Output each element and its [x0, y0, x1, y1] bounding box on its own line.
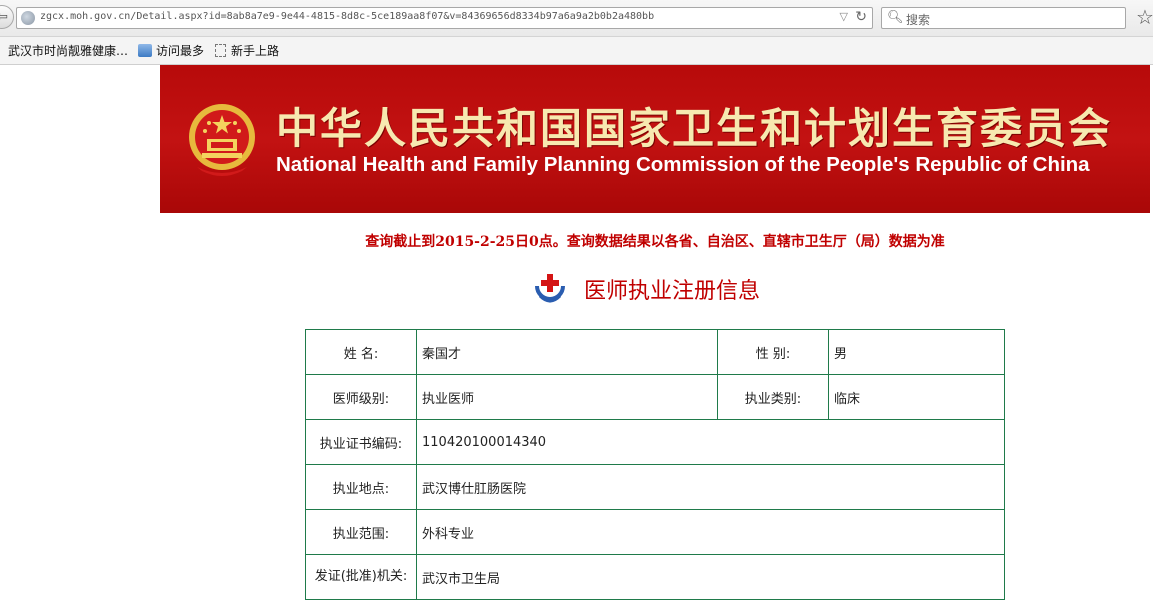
- url-bar[interactable]: zgcx.moh.gov.cn/Detail.aspx?id=8ab8a7e9-…: [16, 7, 873, 29]
- url-text[interactable]: zgcx.moh.gov.cn/Detail.aspx?id=8ab8a7e9-…: [40, 11, 654, 22]
- globe-icon: [21, 11, 35, 25]
- bookmarks-bar: 武汉市时尚靓雅健康… 访问最多 新手上路: [0, 37, 1153, 65]
- category-label: 执业类别:: [717, 374, 829, 420]
- medical-cross-icon: [535, 274, 565, 303]
- bookmark-label: 新手上路: [231, 44, 280, 58]
- national-emblem-icon: [189, 104, 255, 176]
- bookmark-item[interactable]: 访问最多: [138, 42, 204, 59]
- cert-value: 110420100014340: [416, 419, 1005, 465]
- header-banner: 中华人民共和国国家卫生和计划生育委员会 National Health and …: [160, 65, 1150, 213]
- bookmark-item[interactable]: 新手上路: [215, 42, 279, 59]
- table-row: 姓 名: 秦国才 性 别: 男: [305, 329, 1005, 375]
- back-button[interactable]: ⇦: [0, 5, 14, 29]
- cert-label: 执业证书编码:: [305, 419, 417, 465]
- name-label: 姓 名:: [305, 329, 417, 375]
- name-value: 秦国才: [416, 329, 718, 375]
- issuer-label: 发证(批准)机关:: [305, 554, 417, 600]
- bookmark-label: 访问最多: [156, 44, 205, 58]
- scope-label: 执业范围:: [305, 509, 417, 555]
- level-label: 医师级别:: [305, 374, 417, 420]
- browser-navbar: ⇦ zgcx.moh.gov.cn/Detail.aspx?id=8ab8a7e…: [0, 0, 1153, 37]
- gender-value: 男: [828, 329, 1005, 375]
- section-title: 医师执业注册信息: [584, 279, 761, 304]
- search-icon: 🔍︎: [887, 10, 904, 25]
- location-value: 武汉博仕肛肠医院: [416, 464, 1005, 510]
- star-icon[interactable]: ☆: [1136, 5, 1153, 29]
- folder-icon: [138, 44, 152, 57]
- table-row: 执业地点: 武汉博仕肛肠医院: [305, 464, 1005, 510]
- table-row: 执业证书编码: 110420100014340: [305, 419, 1005, 465]
- gender-label: 性 别:: [717, 329, 829, 375]
- category-value: 临床: [828, 374, 1005, 420]
- bookmark-label: 武汉市时尚靓雅健康…: [8, 44, 129, 58]
- table-row: 执业范围: 外科专业: [305, 509, 1005, 555]
- page-icon: [215, 44, 226, 57]
- location-label: 执业地点:: [305, 464, 417, 510]
- table-row: 医师级别: 执业医师 执业类别: 临床: [305, 374, 1005, 420]
- table-row: 发证(批准)机关: 武汉市卫生局: [305, 554, 1005, 600]
- scope-value: 外科专业: [416, 509, 1005, 555]
- issuer-value: 武汉市卫生局: [416, 554, 1005, 600]
- banner-title-cn: 中华人民共和国国家卫生和计划生育委员会: [276, 104, 1113, 153]
- search-input[interactable]: 🔍︎ 搜索: [881, 7, 1126, 29]
- banner-title-en: National Health and Family Planning Comm…: [276, 153, 1090, 176]
- chevron-down-icon[interactable]: ▽: [840, 10, 848, 23]
- reload-icon[interactable]: ↻: [855, 9, 867, 25]
- physician-info-table: 姓 名: 秦国才 性 别: 男 医师级别: 执业医师 执业类别: 临床 执业证书…: [305, 329, 1005, 600]
- search-placeholder: 搜索: [906, 13, 931, 27]
- level-value: 执业医师: [416, 374, 718, 420]
- bookmark-item[interactable]: 武汉市时尚靓雅健康…: [8, 42, 128, 59]
- arrow-left-icon: ⇦: [0, 9, 8, 25]
- query-notice: 查询截止到2015-2-25日0点。查询数据结果以各省、自治区、直辖市卫生厅（局…: [365, 234, 945, 250]
